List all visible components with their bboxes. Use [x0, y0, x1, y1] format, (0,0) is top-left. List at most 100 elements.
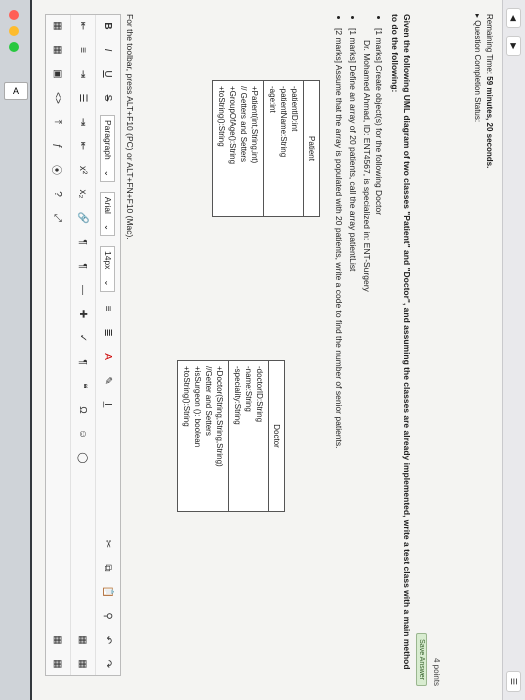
preview-icon[interactable]: ◯	[78, 451, 89, 465]
blockquote-icon[interactable]: ❝	[78, 379, 89, 393]
link-icon[interactable]: 🔗	[78, 211, 89, 225]
remaining-time-value: 59 minutes, 20 seconds.	[485, 76, 494, 169]
bullet-list-icon[interactable]: ≡	[103, 302, 114, 316]
patient-methods: +Patient(int,String,int) // Getters and …	[213, 81, 263, 216]
paragraph-mark-icon[interactable]: ¶	[78, 355, 89, 369]
uml-doctor-class: Doctor -doctorID:String -name:String -sp…	[177, 360, 285, 512]
question-text: Given the following UML diagram of two c…	[331, 14, 413, 674]
patient-method: // Getters and Setters	[239, 86, 248, 163]
numbered-list-icon[interactable]: ≣	[103, 326, 114, 340]
doctor-attr: -doctorID:String	[255, 366, 264, 423]
patient-attr: -age:int	[268, 86, 277, 113]
page: ◀ ▶ ☰ Remaining Time: 59 minutes, 20 sec…	[32, 0, 525, 700]
question-points: 4 points	[432, 657, 441, 686]
doctor-attr: -speciality:String	[233, 366, 242, 425]
superscript-button[interactable]: x²	[78, 163, 89, 177]
align-center-icon[interactable]: ≡	[78, 43, 89, 57]
doctor-class-title: Doctor	[268, 361, 284, 511]
patient-attr: -patientName:String	[279, 86, 288, 158]
back-icon[interactable]: ◀	[506, 8, 522, 29]
horizontal-rule-icon[interactable]: —	[78, 283, 89, 297]
page-viewport: ◀ ▶ ☰ Remaining Time: 59 minutes, 20 sec…	[32, 0, 525, 700]
math-icon[interactable]: ƒ	[53, 139, 64, 153]
bullet-1-text: [1 marks] Create object(s) for the follo…	[374, 28, 384, 216]
upload-icon[interactable]: ⤒	[53, 115, 64, 129]
toolbar-row-1: B I U S Paragraph ⌄ Arial ⌄ 14px ⌄ ≡ ≣ A ✎ …	[95, 15, 120, 675]
chevron-down-icon: ⌄	[103, 223, 114, 231]
clear-format-icon[interactable]: I̲	[103, 398, 114, 412]
fullscreen-icon[interactable]: ⤢	[53, 211, 64, 225]
rtl-icon[interactable]: ¶	[78, 259, 89, 273]
doctor-methods: +Doctor(String,String,String) //Getter a…	[178, 361, 228, 511]
table-merge-icon[interactable]: ▦	[53, 657, 64, 671]
patient-method: +GroupOfAge():String	[228, 86, 237, 165]
redo-icon[interactable]: ↷	[103, 657, 114, 671]
font-select[interactable]: Arial ⌄	[100, 191, 116, 236]
align-left-icon[interactable]: ⇤	[78, 19, 89, 33]
uml-patient-class: Patient -patientID:int -patientName:Stri…	[212, 80, 320, 217]
patient-attr: -patientID:int	[290, 86, 299, 132]
patient-class-title: Patient	[303, 81, 319, 216]
table-cell-icon[interactable]: ▦	[53, 43, 64, 57]
test-info: Remaining Time: 59 minutes, 20 seconds. …	[473, 0, 502, 700]
doctor-method: +isSurgeon (): boolean	[193, 366, 202, 448]
font-value: Arial	[103, 196, 114, 214]
bold-button[interactable]: B	[103, 19, 114, 33]
paragraph-select[interactable]: Paragraph ⌄	[100, 115, 116, 182]
forward-icon[interactable]: ▶	[506, 36, 522, 57]
emoji-icon[interactable]: ☺	[78, 427, 89, 441]
underline-button[interactable]: U	[103, 67, 114, 81]
table-insert-icon[interactable]: ▦	[53, 19, 64, 33]
text-color-icon[interactable]: A	[103, 350, 114, 364]
toolbar-row-2: ⇤ ≡ ⇥ ☰ ⇥ ⇤ x² x₂ 🔗 ¶ ¶ — ✚ ✓ ¶ ❝ Ω ☺ ◯ …	[70, 15, 95, 675]
table-delete-icon[interactable]: ▦	[53, 633, 64, 647]
doctor-attr: -name:String	[244, 366, 253, 412]
minimize-window-icon[interactable]	[9, 26, 19, 36]
patient-method: +Patient(int,String,int)	[250, 86, 259, 164]
justify-icon[interactable]: ☰	[78, 91, 89, 105]
outdent-icon[interactable]: ⇤	[78, 139, 89, 153]
table-icon[interactable]: ▦	[78, 633, 89, 647]
special-char-button[interactable]: Ω	[78, 403, 89, 417]
font-size-select[interactable]: 14px ⌄	[100, 245, 116, 292]
browser-tab[interactable]: A	[4, 82, 28, 100]
chevron-down-icon: ⌄	[103, 279, 114, 287]
cut-icon[interactable]: ✂	[103, 537, 114, 551]
close-window-icon[interactable]	[9, 10, 19, 20]
completion-status[interactable]: ▸ Question Completion Status:	[473, 14, 482, 686]
copy-icon[interactable]: ⧉	[103, 561, 114, 575]
ltr-icon[interactable]: ¶	[78, 235, 89, 249]
doctor-method: //Getter and Setters	[204, 366, 213, 436]
strikethrough-button[interactable]: S	[103, 91, 114, 105]
question-bullets: [1 marks] Create object(s) for the follo…	[333, 14, 385, 674]
italic-button[interactable]: I	[103, 43, 114, 57]
remaining-time-label: Remaining Time:	[485, 14, 494, 75]
insert-icon[interactable]: ✚	[78, 307, 89, 321]
answer-editor-toolbar: B I U S Paragraph ⌄ Arial ⌄ 14px ⌄ ≡ ≣ A ✎ …	[45, 14, 121, 676]
doctor-details: Dr. Mohamed Ahmad, ID: ENT4567, is speci…	[362, 40, 372, 292]
accessibility-icon[interactable]: ⦿	[51, 163, 66, 177]
browser-chrome: A	[0, 0, 30, 700]
image-icon[interactable]: ▣	[53, 67, 64, 81]
indent-icon[interactable]: ⇥	[78, 115, 89, 129]
save-answer-button[interactable]: Save Answer	[416, 633, 427, 686]
table-props-icon[interactable]: ▦	[78, 657, 89, 671]
code-icon[interactable]: <>	[53, 91, 64, 105]
patient-method: +toString():String	[217, 86, 226, 147]
menu-icon[interactable]: ☰	[506, 670, 522, 692]
doctor-method: +Doctor(String,String,String)	[215, 366, 224, 467]
undo-icon[interactable]: ↶	[103, 633, 114, 647]
paragraph-value: Paragraph	[103, 120, 114, 160]
subscript-button[interactable]: x₂	[78, 187, 89, 201]
highlight-icon[interactable]: ✎	[103, 374, 114, 388]
toolbar-row-3: ▦ ▦ ▣ <> ⤒ ƒ ⦿ ? ⤢ ▦ ▦	[46, 15, 70, 675]
doctor-attributes: -doctorID:String -name:String -specialit…	[228, 361, 268, 511]
maximize-window-icon[interactable]	[9, 42, 19, 52]
chevron-down-icon: ⌄	[103, 169, 114, 177]
align-right-icon[interactable]: ⇥	[78, 67, 89, 81]
search-icon[interactable]: ⚲	[103, 609, 114, 623]
spellcheck-icon[interactable]: ✓	[78, 331, 89, 345]
paste-icon[interactable]: 📋	[103, 585, 114, 599]
bullet-create-objects: [1 marks] Create object(s) for the follo…	[361, 28, 385, 674]
help-icon[interactable]: ?	[53, 187, 64, 201]
